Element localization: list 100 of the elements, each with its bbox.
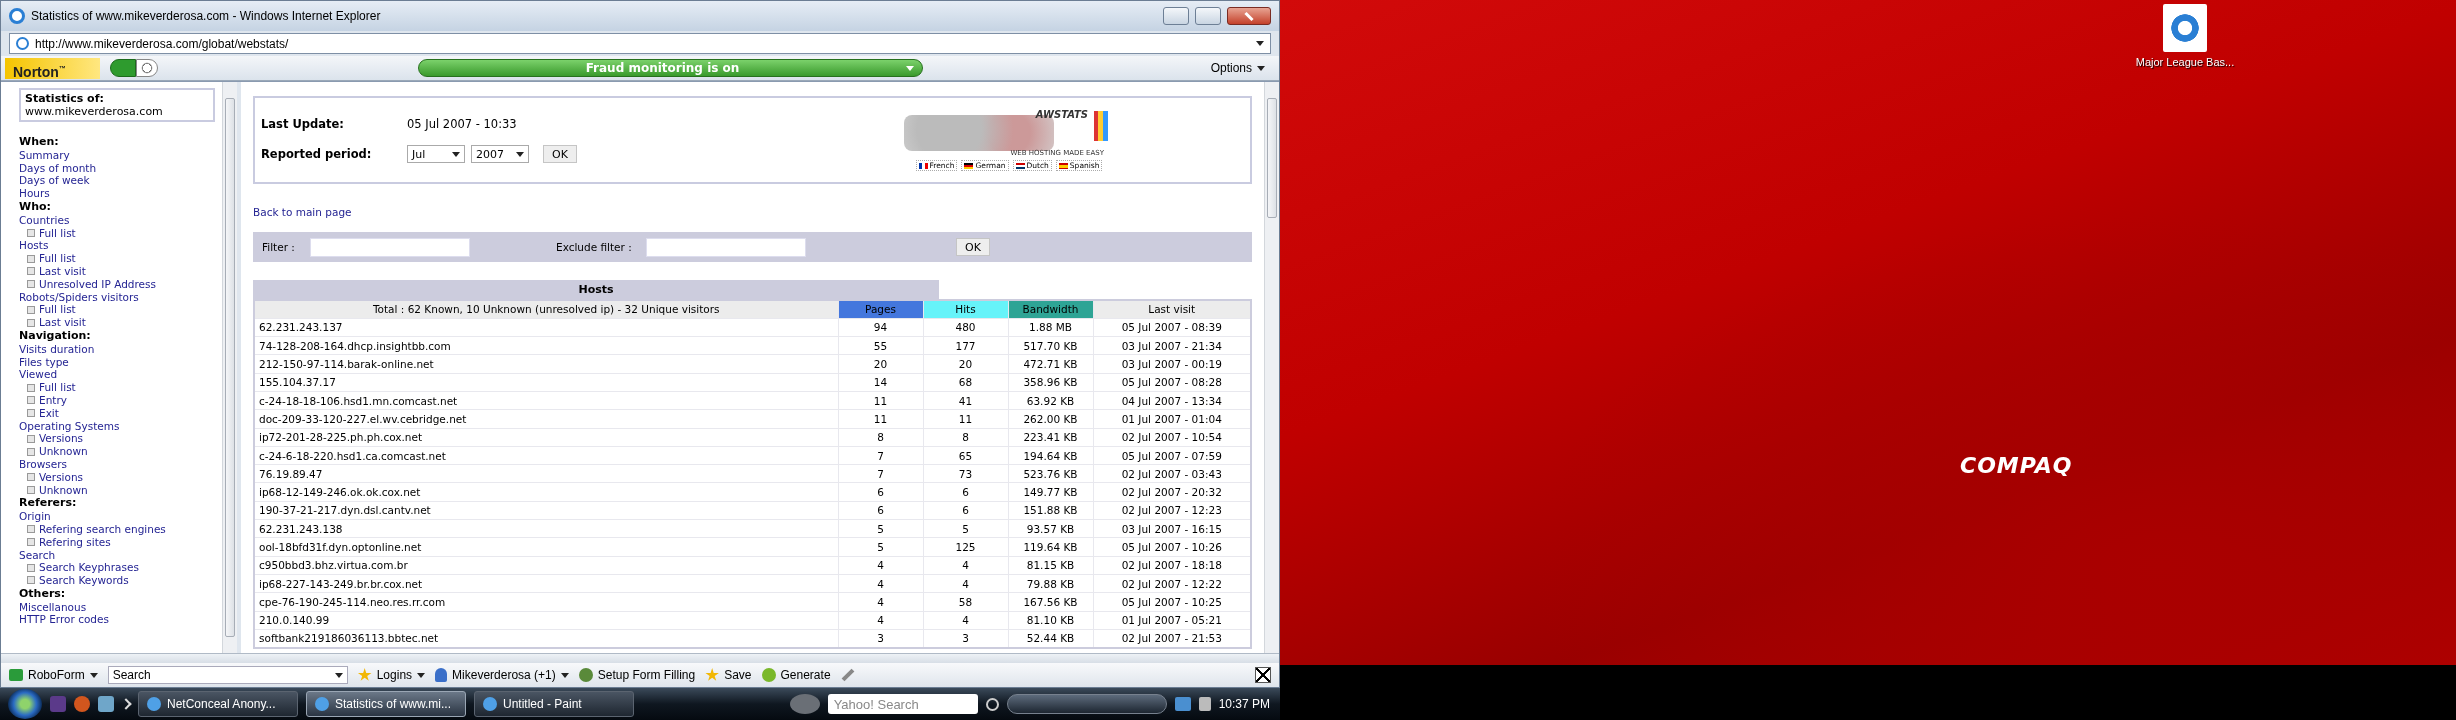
table-cell: 6 [838, 501, 923, 520]
scrollbar[interactable] [1264, 82, 1279, 653]
month-select[interactable]: Jul [407, 145, 465, 163]
sidebar-link[interactable]: Search [19, 548, 216, 562]
search-field[interactable]: Search [107, 666, 348, 684]
sidebar-link[interactable]: Full list [39, 226, 76, 240]
sidebar-link[interactable]: Versions [39, 470, 84, 484]
table-cell: 7 [838, 446, 923, 465]
sidebar-link[interactable]: Unresolved IP Address [39, 277, 156, 291]
table-cell: 11 [923, 409, 1008, 429]
sidebar-link[interactable]: Exit [39, 406, 59, 420]
column-header[interactable]: Last visit [1093, 300, 1251, 319]
site-heading: Statistics of: [25, 92, 105, 105]
table-cell: 65 [923, 446, 1008, 465]
ok-button[interactable]: OK [956, 238, 990, 256]
year-select[interactable]: 2007 [471, 145, 529, 163]
sidebar-link[interactable]: Robots/Spiders visitors [19, 290, 216, 304]
table-cell: c-24-18-18-106.hsd1.mn.comcast.net [254, 391, 838, 410]
table-cell: 7 [838, 464, 923, 483]
search-field[interactable]: Yahoo! Search [827, 694, 978, 714]
sidebar-link[interactable]: Entry [39, 393, 67, 407]
app-icon [147, 697, 161, 711]
sidebar-link[interactable]: Files type [19, 355, 216, 369]
field-label: Reported period: [261, 147, 373, 161]
sidebar-link[interactable]: Hosts [19, 239, 216, 253]
options-menu[interactable]: Options [1210, 61, 1265, 75]
sidebar-link[interactable]: Search Keywords [39, 574, 129, 587]
sidebar-link[interactable]: Operating Systems [19, 419, 216, 433]
scrollbar[interactable] [222, 82, 237, 653]
sidebar-link[interactable]: Last visit [39, 264, 86, 278]
minimize-button[interactable] [1163, 7, 1189, 25]
sidebar-link[interactable]: Unknown [39, 483, 88, 497]
table-cell: 167.56 KB [1008, 592, 1093, 612]
flag-icon [918, 162, 928, 169]
page-icon [16, 37, 29, 50]
caret-icon [452, 151, 460, 157]
table-cell: 94 [838, 318, 923, 337]
pen-icon[interactable] [841, 668, 854, 682]
column-header[interactable]: Hits [923, 300, 1008, 319]
close-button[interactable] [1255, 667, 1271, 683]
table-cell: 41 [923, 391, 1008, 410]
sidebar-link[interactable]: Origin [19, 510, 216, 523]
exclude-filter-field[interactable] [646, 237, 806, 257]
toolbar-button[interactable]: Mikeverderosa (+1) [435, 668, 569, 682]
address-field[interactable]: http://www.mikeverderosa.com/globat/webstats/ [9, 33, 1271, 54]
close-button[interactable] [1227, 7, 1271, 25]
table-cell: c950bbd3.bhz.virtua.com.br [254, 556, 838, 575]
table-cell: ool-18bfd31f.dyn.optonline.net [254, 537, 838, 557]
table-cell: 155.104.37.17 [254, 373, 838, 392]
sidebar-link[interactable]: Miscellanous [19, 600, 216, 614]
sidebar-link[interactable]: Days of month [19, 161, 216, 175]
table-cell: 151.88 KB [1008, 501, 1093, 520]
sidebar-link[interactable]: HTTP Error codes [19, 613, 216, 627]
toolbar-button[interactable]: Save [705, 668, 752, 682]
sidebar-link[interactable]: Browsers [19, 457, 216, 471]
sidebar-link[interactable]: Full list [39, 303, 76, 317]
sidebar-link[interactable]: Versions [39, 432, 84, 446]
flag-icon [1015, 162, 1025, 169]
caret-icon [906, 65, 914, 71]
taskbar-button[interactable]: Statistics of www.mi... [306, 691, 466, 717]
flag-icon [1058, 162, 1068, 169]
taskbar-button[interactable]: NetConceal Anony... [138, 691, 298, 717]
search-icon[interactable] [985, 697, 999, 711]
toolbar-button[interactable]: Generate [761, 668, 831, 682]
sidebar-link[interactable]: Visits duration [19, 342, 216, 356]
sidebar-link[interactable]: Refering sites [39, 535, 111, 549]
filter-field[interactable] [310, 237, 470, 257]
column-header[interactable]: Bandwidth [1008, 300, 1093, 319]
table-cell: doc-209-33-120-227.el.wv.cebridge.net [254, 409, 838, 429]
toolbar-button[interactable]: Setup Form Filling [578, 668, 696, 682]
sidebar-link[interactable]: Viewed [19, 368, 216, 382]
table-cell: 4 [923, 556, 1008, 575]
table-cell: 81.10 KB [1008, 611, 1093, 630]
sidebar-link[interactable]: Countries [19, 213, 216, 227]
sidebar-link[interactable]: Hours [19, 187, 216, 200]
taskbar-button[interactable]: Untitled - Paint [474, 691, 634, 717]
start-button[interactable] [8, 689, 42, 719]
sidebar-link[interactable]: Summary [19, 148, 216, 162]
sidebar-link[interactable]: Refering search engines [39, 522, 166, 536]
sidebar-link[interactable]: Full list [39, 381, 76, 394]
column-header[interactable]: Pages [838, 300, 923, 319]
app-icon[interactable] [98, 696, 114, 712]
table-cell: 20 [923, 354, 1008, 374]
roboform-menu[interactable]: RoboForm [9, 668, 98, 682]
table-cell: 119.64 KB [1008, 537, 1093, 557]
maximize-button[interactable] [1195, 7, 1221, 25]
sidebar-link[interactable]: Last visit [39, 316, 86, 329]
section-heading: Who: [19, 201, 52, 214]
back-link[interactable]: Back to main page [253, 206, 352, 218]
table-cell: 6 [923, 501, 1008, 520]
icon-label[interactable]: Major League Bas... [2135, 56, 2235, 69]
sidebar-link[interactable]: Full list [39, 252, 76, 265]
sidebar-link[interactable]: Days of week [19, 174, 216, 188]
table-cell: 480 [923, 318, 1008, 337]
sidebar-link[interactable]: Unknown [39, 445, 88, 458]
toolbar-button[interactable]: Logins [357, 668, 426, 682]
ok-button[interactable]: OK [543, 145, 577, 163]
shortcut-icon[interactable] [2163, 4, 2207, 52]
sidebar-link[interactable]: Search Keyphrases [39, 561, 139, 575]
app-icon [483, 697, 497, 711]
